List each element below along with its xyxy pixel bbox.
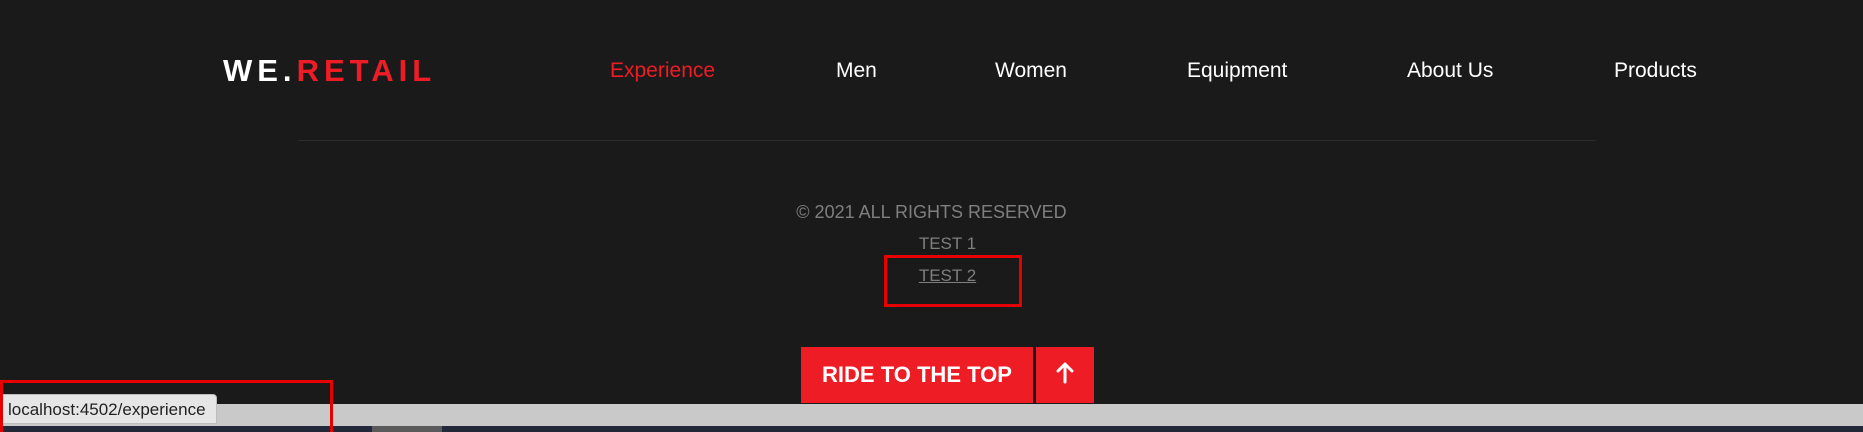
nav-item-equipment[interactable]: Equipment — [1187, 58, 1287, 84]
logo-retail: RETAIL — [296, 53, 437, 88]
scrollbar-thumb[interactable] — [372, 426, 442, 432]
we-retail-logo[interactable]: WE.RETAIL — [223, 51, 436, 91]
browser-status-bar — [0, 404, 1863, 426]
footer-link-test-1[interactable]: TEST 1 — [0, 233, 1863, 255]
scroll-top-button[interactable] — [1036, 347, 1094, 403]
nav-item-men[interactable]: Men — [836, 58, 877, 84]
ride-to-top-button[interactable]: RIDE TO THE TOP — [801, 347, 1033, 403]
status-url-tooltip: localhost:4502/experience — [0, 394, 217, 424]
page: WE.RETAIL Experience Men Women Equipment… — [0, 0, 1863, 432]
footer-link-test-2[interactable]: TEST 2 — [0, 265, 1863, 287]
nav-item-about-us[interactable]: About Us — [1407, 58, 1493, 84]
arrow-up-icon — [1055, 362, 1075, 389]
nav-item-experience[interactable]: Experience — [610, 58, 715, 84]
copyright-text: © 2021 ALL RIGHTS RESERVED — [796, 202, 1067, 222]
footer-divider — [298, 140, 1596, 141]
nav-item-products[interactable]: Products — [1614, 58, 1697, 84]
logo-we: WE. — [223, 53, 297, 88]
bottom-strip — [0, 426, 1863, 432]
nav-item-women[interactable]: Women — [995, 58, 1067, 84]
